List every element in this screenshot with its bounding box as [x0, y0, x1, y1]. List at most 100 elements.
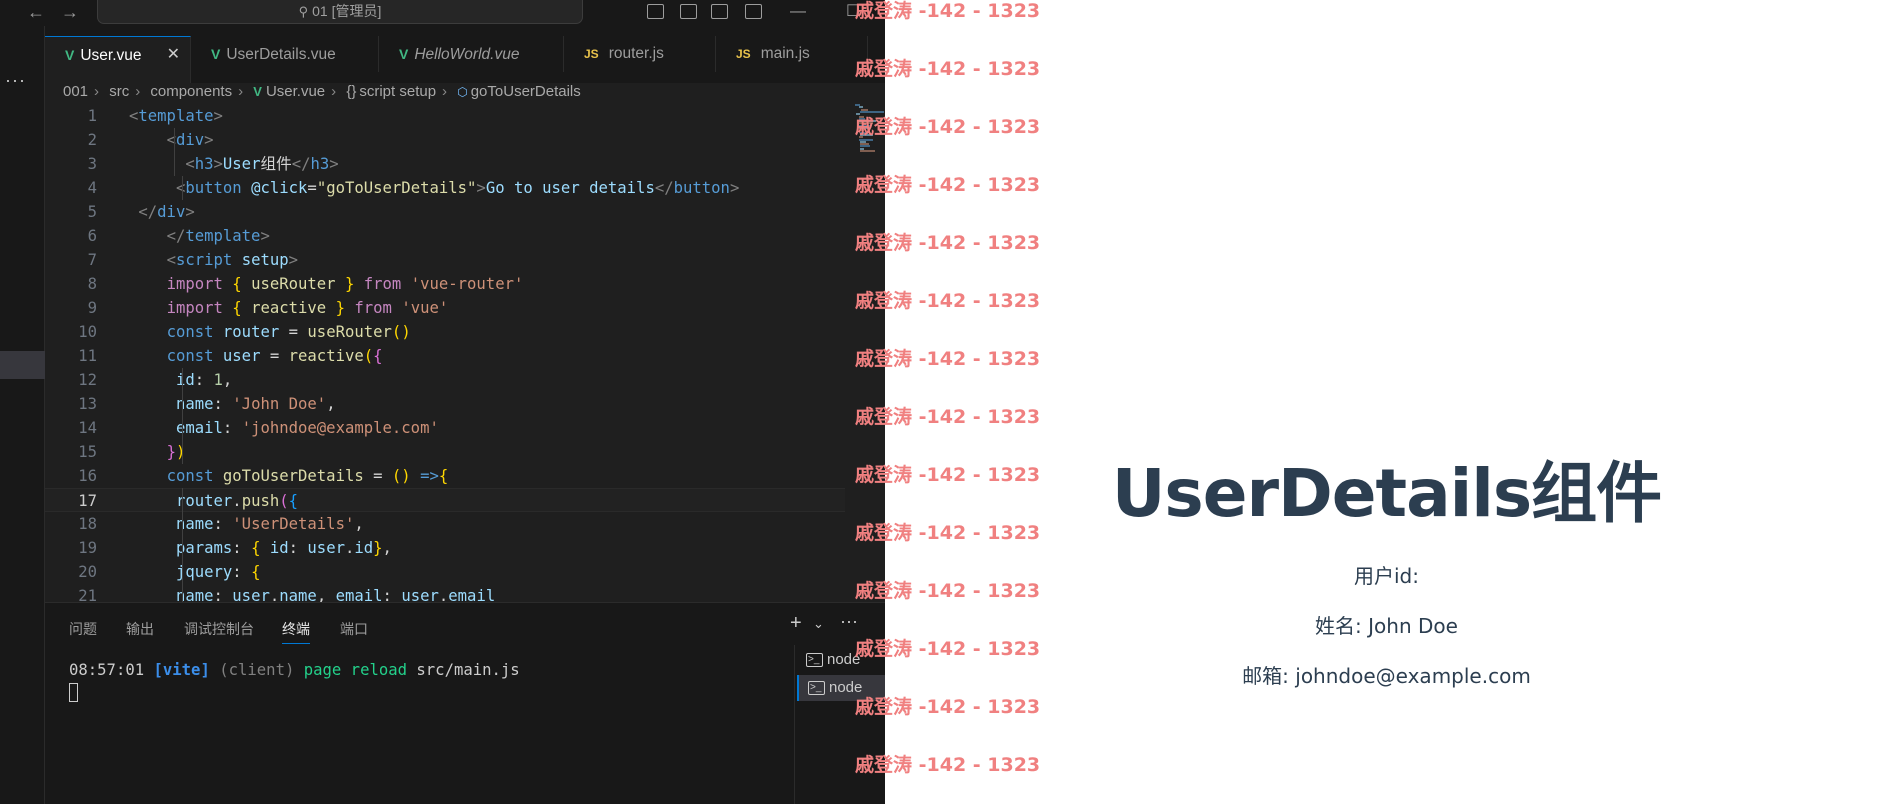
bottom-panel: 问题 输出 调试控制台 终端 端口 + ⌄ ··· 08:57:01 [vite…: [45, 602, 885, 804]
tab-label: User.vue: [80, 47, 142, 64]
tab-user-vue[interactable]: V User.vue ✕: [45, 36, 191, 83]
braces-icon: {}: [346, 83, 357, 100]
tab-debug-console[interactable]: 调试控制台: [184, 619, 254, 639]
minimap-line: [860, 110, 884, 113]
indent-guide: [174, 128, 175, 176]
close-icon[interactable]: ✕: [167, 37, 180, 73]
line-number: 7: [87, 251, 97, 269]
code-editor-window: ← → ⚲ 01 [管理员] — ☐ ··· V User.vue ✕ V UserD…: [0, 0, 885, 804]
maximize-icon[interactable]: ☐: [846, 2, 860, 22]
more-actions-icon[interactable]: ···: [5, 70, 26, 91]
code-line[interactable]: 10 const router = useRouter(): [45, 320, 845, 344]
code-text: </div>: [138, 203, 195, 221]
breadcrumb-item[interactable]: 001: [63, 83, 88, 100]
indent-guide: [182, 368, 183, 464]
tab-router-js[interactable]: JS router.js: [564, 36, 716, 72]
line-number: 5: [87, 203, 97, 221]
code-text: <button @click="goToUserDetails">Go to u…: [175, 179, 740, 197]
code-line[interactable]: 4 <button @click="goToUserDetails">Go to…: [45, 176, 845, 200]
breadcrumb-item[interactable]: src: [109, 83, 129, 100]
tab-main-js[interactable]: JS main.js: [716, 36, 868, 72]
back-arrow-icon[interactable]: ←: [27, 1, 45, 23]
toggle-secondary-sidebar-icon[interactable]: [711, 4, 728, 19]
line-number: 4: [87, 179, 97, 197]
chevron-right-icon: ›: [94, 83, 100, 100]
code-line[interactable]: 7 <script setup>: [45, 248, 845, 272]
code-line[interactable]: 14 email: 'johndoe@example.com': [45, 416, 845, 440]
tab-output[interactable]: 输出: [126, 619, 154, 639]
line-number: 3: [87, 155, 97, 173]
terminal-icon: >_: [806, 653, 823, 667]
tab-helloworld-vue[interactable]: V HelloWorld.vue: [379, 36, 564, 72]
code-line[interactable]: 18 name: 'UserDetails',: [45, 512, 845, 536]
chevron-right-icon: ›: [442, 83, 448, 100]
more-actions-icon[interactable]: ···: [840, 611, 858, 632]
terminal-instance-label: node: [827, 651, 861, 668]
code-text: import { useRouter } from 'vue-router': [166, 275, 524, 293]
code-line[interactable]: 15 }): [45, 440, 845, 464]
code-line[interactable]: 3 <h3>User组件</h3>: [45, 152, 845, 176]
code-text: import { reactive } from 'vue': [166, 299, 449, 317]
code-line[interactable]: 11 const user = reactive({: [45, 344, 845, 368]
terminal-output-line: 08:57:01 [vite] (client) page reload src…: [69, 661, 520, 679]
code-line[interactable]: 2 <div>: [45, 128, 845, 152]
line-number: 12: [78, 371, 97, 389]
toggle-panel-icon[interactable]: [680, 4, 697, 19]
code-line[interactable]: 12 id: 1,: [45, 368, 845, 392]
breadcrumb-item[interactable]: goToUserDetails: [471, 83, 581, 100]
search-icon: ⚲: [298, 4, 309, 19]
indent-guide: [182, 176, 183, 200]
new-terminal-icon[interactable]: +: [790, 612, 802, 635]
chevron-down-icon[interactable]: ⌄: [813, 616, 824, 632]
code-text: <script setup>: [166, 251, 299, 269]
terminal-icon: >_: [808, 681, 825, 695]
tab-userdetails-vue[interactable]: V UserDetails.vue: [191, 36, 379, 72]
code-line[interactable]: 6 </template>: [45, 224, 845, 248]
line-number: 19: [78, 539, 97, 557]
customize-layout-icon[interactable]: [745, 4, 762, 19]
user-email-text: 邮箱: johndoe@example.com: [1242, 664, 1531, 688]
method-icon: ⬡: [457, 85, 468, 99]
command-center-search[interactable]: ⚲ 01 [管理员]: [97, 0, 583, 24]
toggle-sidebar-icon[interactable]: [647, 4, 664, 19]
code-text: jquery: {: [175, 563, 261, 581]
breadcrumb-item[interactable]: script setup: [359, 83, 436, 100]
terminal-instance[interactable]: >_ node: [797, 675, 885, 701]
terminal-instance[interactable]: >_ node: [797, 647, 885, 673]
tab-ports[interactable]: 端口: [340, 619, 368, 639]
code-text: </template>: [166, 227, 270, 245]
breadcrumb: 001 › src › components › V User.vue › {} scrip…: [63, 82, 581, 104]
line-number: 11: [78, 347, 97, 365]
tab-problems[interactable]: 问题: [69, 619, 97, 639]
breadcrumb-item[interactable]: components: [150, 83, 232, 100]
code-line[interactable]: 8 import { useRouter } from 'vue-router': [45, 272, 845, 296]
line-number: 6: [87, 227, 97, 245]
minimize-icon[interactable]: —: [790, 2, 806, 22]
code-line[interactable]: 5 </div>: [45, 200, 845, 224]
minimap-line: [860, 150, 876, 152]
activity-bar: ···: [0, 26, 45, 804]
forward-arrow-icon[interactable]: →: [61, 1, 79, 23]
code-text: <h3>User组件</h3>: [185, 155, 339, 173]
code-area[interactable]: 1 <template> 2 <div> 3 <h3>User组件</h3> 4 <bu…: [45, 104, 845, 608]
code-text: router.push({: [175, 492, 299, 510]
chevron-right-icon: ›: [135, 83, 141, 100]
line-number: 8: [87, 275, 97, 293]
code-text: const goToUserDetails = () =>{: [166, 467, 449, 485]
code-line[interactable]: 20 jquery: {: [45, 560, 845, 584]
line-number: 13: [78, 395, 97, 413]
line-number: 17: [78, 492, 97, 510]
code-line[interactable]: 9 import { reactive } from 'vue': [45, 296, 845, 320]
code-line[interactable]: 1 <template>: [45, 104, 845, 128]
tab-terminal[interactable]: 终端: [282, 619, 310, 644]
minimap[interactable]: [855, 104, 885, 154]
code-line[interactable]: 19 params: { id: user.id},: [45, 536, 845, 560]
terminal-instance-list: >_ node >_ node: [794, 645, 885, 804]
vue-icon: V: [399, 46, 409, 62]
breadcrumb-item[interactable]: User.vue: [266, 83, 325, 100]
code-line[interactable]: 17 router.push({: [45, 488, 845, 512]
code-line[interactable]: 16 const goToUserDetails = () =>{: [45, 464, 845, 488]
line-number: 18: [78, 515, 97, 533]
user-id-text: 用户id:: [1354, 564, 1419, 588]
code-line[interactable]: 13 name: 'John Doe',: [45, 392, 845, 416]
